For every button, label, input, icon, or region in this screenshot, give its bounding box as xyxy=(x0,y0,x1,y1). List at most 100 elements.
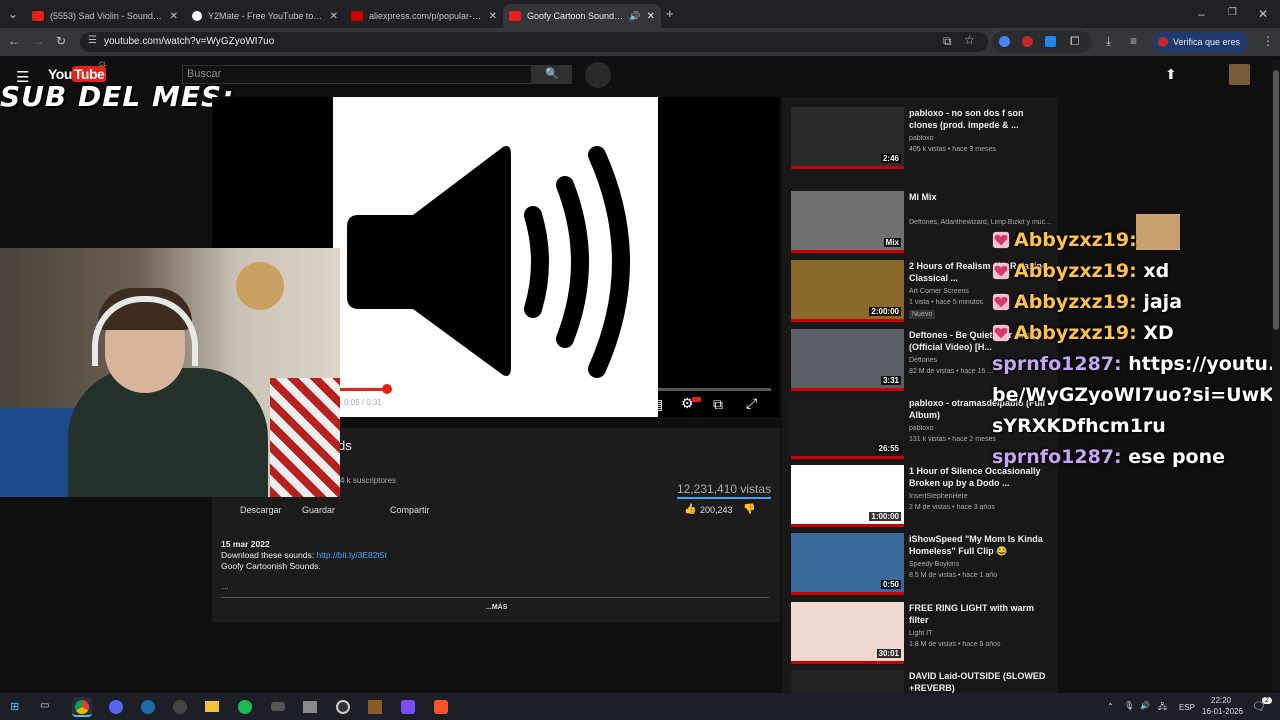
puzzle-icon[interactable]: ⧠ xyxy=(1070,34,1080,49)
tab-aliexpress[interactable]: aliexpress.com/p/popular-land ✕ xyxy=(345,4,503,28)
tray-chevron-icon[interactable]: ⌃ xyxy=(1107,702,1114,711)
channel-name[interactable]: Speedy Boykins xyxy=(909,561,1054,568)
download-icon[interactable]: ⤓ xyxy=(1106,34,1111,49)
channel-name[interactable]: Light IT xyxy=(909,630,1054,637)
back-icon[interactable]: ← xyxy=(8,34,20,48)
description-link[interactable]: http://bit.ly/3E82t5t xyxy=(316,550,386,560)
page-scrollbar[interactable] xyxy=(1272,60,1280,690)
related-video-title[interactable]: FREE RING LIGHT with warm filter xyxy=(909,602,1054,626)
address-bar[interactable]: youtube.com/watch?v=WyGZyoWI7uo xyxy=(80,32,988,52)
download-button[interactable]: Descargar xyxy=(240,505,282,515)
taskbar-app[interactable] xyxy=(170,697,190,717)
play-icon[interactable]: ▶ xyxy=(626,398,633,409)
video-thumbnail[interactable]: 1:00:00 xyxy=(791,465,904,527)
volume-icon[interactable]: 🔊 xyxy=(1140,701,1150,710)
channel-name[interactable]: pabloxo xyxy=(909,135,1054,142)
site-info-icon[interactable]: ☰ xyxy=(88,35,97,46)
video-thumbnail[interactable]: 2:00:00 xyxy=(791,260,904,322)
heart-badge-icon xyxy=(992,262,1010,280)
avatar[interactable] xyxy=(1229,64,1250,85)
progress-track[interactable] xyxy=(339,388,771,391)
close-tab-icon[interactable]: ✕ xyxy=(170,11,178,22)
close-tab-icon[interactable]: ✕ xyxy=(647,11,655,22)
upload-date: 15 mar 2022 xyxy=(221,539,270,549)
related-video-card[interactable]: 0:50 iShowSpeed "My Mom Is Kinda Homeless… xyxy=(791,533,1056,597)
restore-icon[interactable]: ❐ xyxy=(1228,7,1237,18)
sub-del-mes-overlay: SUB DEL MES: xyxy=(0,80,235,113)
upload-icon[interactable]: ⬆ xyxy=(1165,66,1177,83)
taskbar-obs[interactable] xyxy=(333,697,353,717)
taskbar-brave[interactable] xyxy=(431,697,451,717)
forward-icon[interactable]: → xyxy=(32,34,44,48)
related-video-card[interactable]: 2:46 pabloxo - no son dos f son clones (p… xyxy=(791,107,1056,171)
clock-date[interactable]: 16-01-2026 xyxy=(1202,707,1243,716)
related-video-card[interactable]: 30:01 FREE RING LIGHT with warm filter Lig… xyxy=(791,602,1056,666)
window-close-icon[interactable]: ✕ xyxy=(1258,7,1268,21)
taskbar-file-explorer[interactable] xyxy=(202,697,222,717)
youtube-favicon-icon xyxy=(509,11,521,21)
speaker-icon[interactable]: 🔊 xyxy=(629,11,640,22)
taskbar-chrome[interactable] xyxy=(72,697,92,717)
bookmark-star-icon[interactable]: ☆ xyxy=(964,33,975,47)
related-video-title[interactable]: iShowSpeed "My Mom Is Kinda Homeless" Fu… xyxy=(909,533,1054,557)
taskbar-discord[interactable] xyxy=(106,697,126,717)
network-icon[interactable]: 🖧 xyxy=(1158,701,1167,715)
close-tab-icon[interactable]: ✕ xyxy=(489,11,497,22)
subtitles-icon[interactable]: ▤ xyxy=(650,396,663,413)
video-thumbnail[interactable]: 2:46 xyxy=(791,107,904,169)
related-video-title[interactable]: Mi Mix xyxy=(909,191,1054,203)
install-icon[interactable]: ⧉ xyxy=(943,34,952,49)
task-view-icon[interactable]: ▭ xyxy=(40,700,49,711)
search-input[interactable]: Buscar xyxy=(182,65,532,84)
related-video-title[interactable]: pabloxo - no son dos f son clones (prod.… xyxy=(909,107,1054,131)
progress-fill xyxy=(339,388,387,391)
reading-list-icon[interactable]: ≡ xyxy=(1130,34,1137,48)
extension-icon[interactable] xyxy=(1045,36,1056,47)
voice-search-button[interactable] xyxy=(585,62,611,88)
video-meta: 2 M de vistas • hace 3 años xyxy=(909,504,995,511)
taskbar-steam[interactable] xyxy=(138,697,158,717)
taskbar-spotify[interactable] xyxy=(235,697,255,717)
channel-name[interactable]: InsertStephenHere xyxy=(909,493,1054,500)
tab-sad-violin[interactable]: (5553) Sad Violin - Sound Effect ✕ xyxy=(26,4,184,28)
related-video-title[interactable]: DAVID Laid-OUTSIDE (SLOWED +REVERB) xyxy=(909,670,1054,694)
fullscreen-icon[interactable]: ⤢ xyxy=(746,395,757,412)
clock-time[interactable]: 22:20 xyxy=(1211,696,1231,705)
share-button[interactable]: Compartir xyxy=(390,505,430,515)
webcam-feed xyxy=(0,248,340,497)
extension-icon[interactable] xyxy=(999,36,1010,47)
show-more-button[interactable]: ...MÁS xyxy=(486,604,507,611)
video-thumbnail[interactable]: 26:55 xyxy=(791,397,904,459)
theater-mode-icon[interactable]: ⧉ xyxy=(713,396,723,413)
extension-icon[interactable] xyxy=(1022,36,1033,47)
taskbar-minecraft[interactable] xyxy=(365,697,385,717)
like-icon[interactable]: 👍 xyxy=(684,504,696,515)
browser-menu-icon[interactable]: ⋮ xyxy=(1262,34,1274,48)
save-button[interactable]: Guardar xyxy=(302,505,335,515)
duration-badge: 0:50 xyxy=(880,580,901,589)
video-thumbnail[interactable]: 3:31 xyxy=(791,329,904,391)
dislike-icon[interactable]: 👎 xyxy=(743,504,755,515)
language-indicator[interactable]: ESP xyxy=(1179,703,1195,712)
tab-search-icon[interactable]: ⌄ xyxy=(8,7,18,21)
minimize-icon[interactable]: – xyxy=(1198,7,1205,21)
microphone-icon[interactable]: 🎙 xyxy=(1124,701,1134,710)
taskbar-app[interactable] xyxy=(398,697,418,717)
search-icon: 🔍 xyxy=(545,68,559,80)
video-thumbnail[interactable]: Mix xyxy=(791,191,904,253)
video-thumbnail[interactable]: 30:01 xyxy=(791,602,904,664)
tab-goofy-cartoon-sounds[interactable]: Goofy Cartoon Sounds - YouTube 🔊 ✕ xyxy=(503,4,661,28)
taskbar-app[interactable] xyxy=(268,697,288,717)
chat-username: sprnfo1287 xyxy=(992,446,1115,468)
progress-handle[interactable] xyxy=(382,384,392,394)
new-tab-icon[interactable]: + xyxy=(666,6,674,21)
tab-title: Goofy Cartoon Sounds - YouTube xyxy=(527,11,623,21)
close-tab-icon[interactable]: ✕ xyxy=(330,11,338,22)
tab-y2mate[interactable]: Y2Mate - Free YouTube to MP3 ✕ xyxy=(186,4,344,28)
video-thumbnail[interactable]: 0:50 xyxy=(791,533,904,595)
search-button[interactable]: 🔍 xyxy=(532,65,572,84)
windows-start-icon[interactable]: ⊞ xyxy=(10,700,19,713)
related-video-card[interactable]: 1:00:00 1 Hour of Silence Occasionally Br… xyxy=(791,465,1056,529)
reload-icon[interactable]: ↻ xyxy=(56,34,66,48)
taskbar-app[interactable] xyxy=(300,697,320,717)
